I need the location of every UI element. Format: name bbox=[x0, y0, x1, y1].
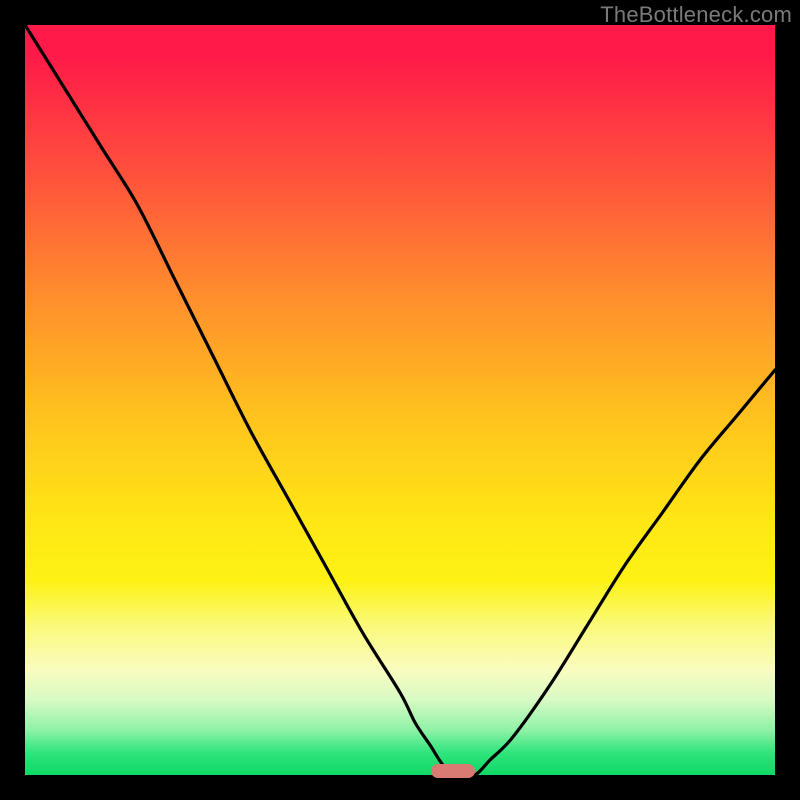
bottleneck-curve bbox=[25, 25, 775, 775]
plot-area bbox=[25, 25, 775, 775]
minimum-marker bbox=[431, 764, 475, 778]
chart-frame: TheBottleneck.com bbox=[0, 0, 800, 800]
watermark-text: TheBottleneck.com bbox=[600, 2, 792, 28]
